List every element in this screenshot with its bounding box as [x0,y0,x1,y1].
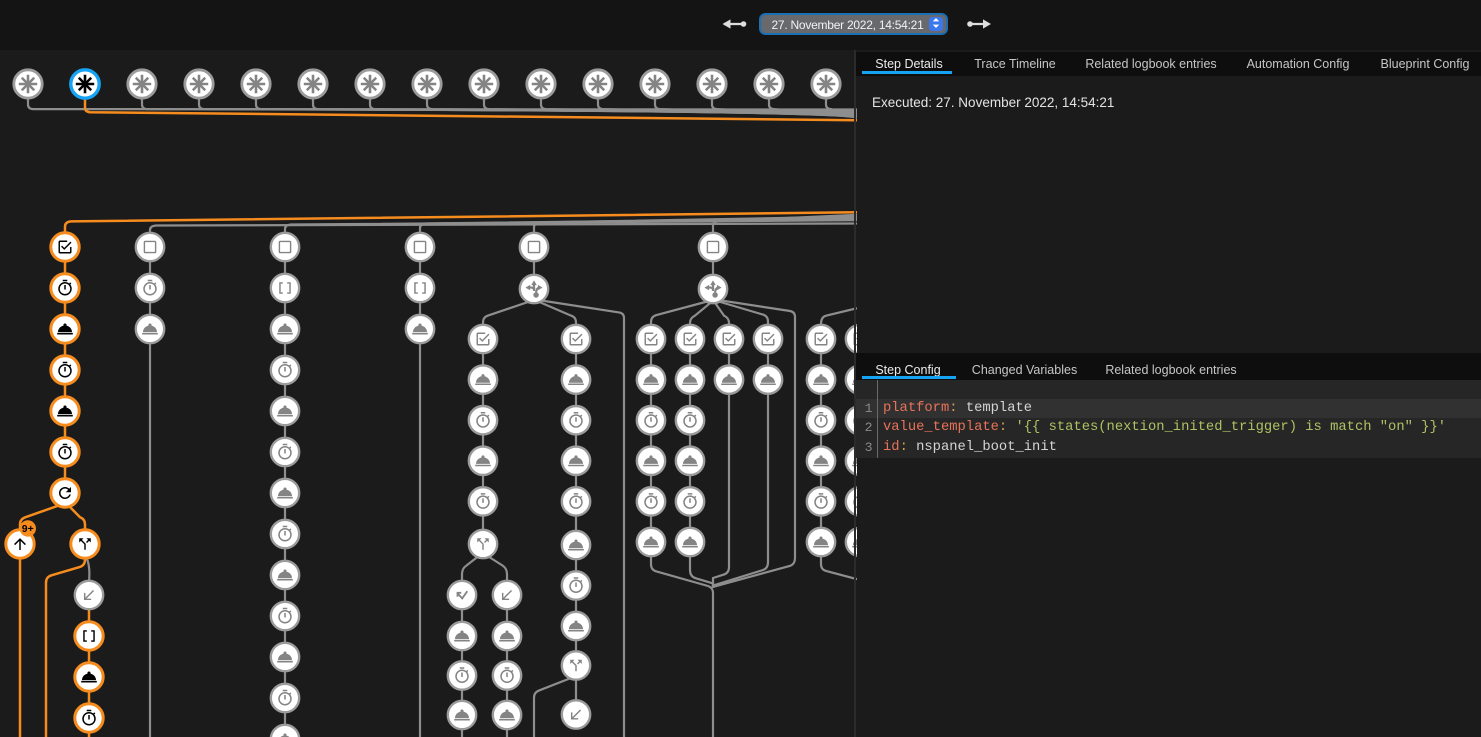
svg-text:9+: 9+ [22,523,34,535]
